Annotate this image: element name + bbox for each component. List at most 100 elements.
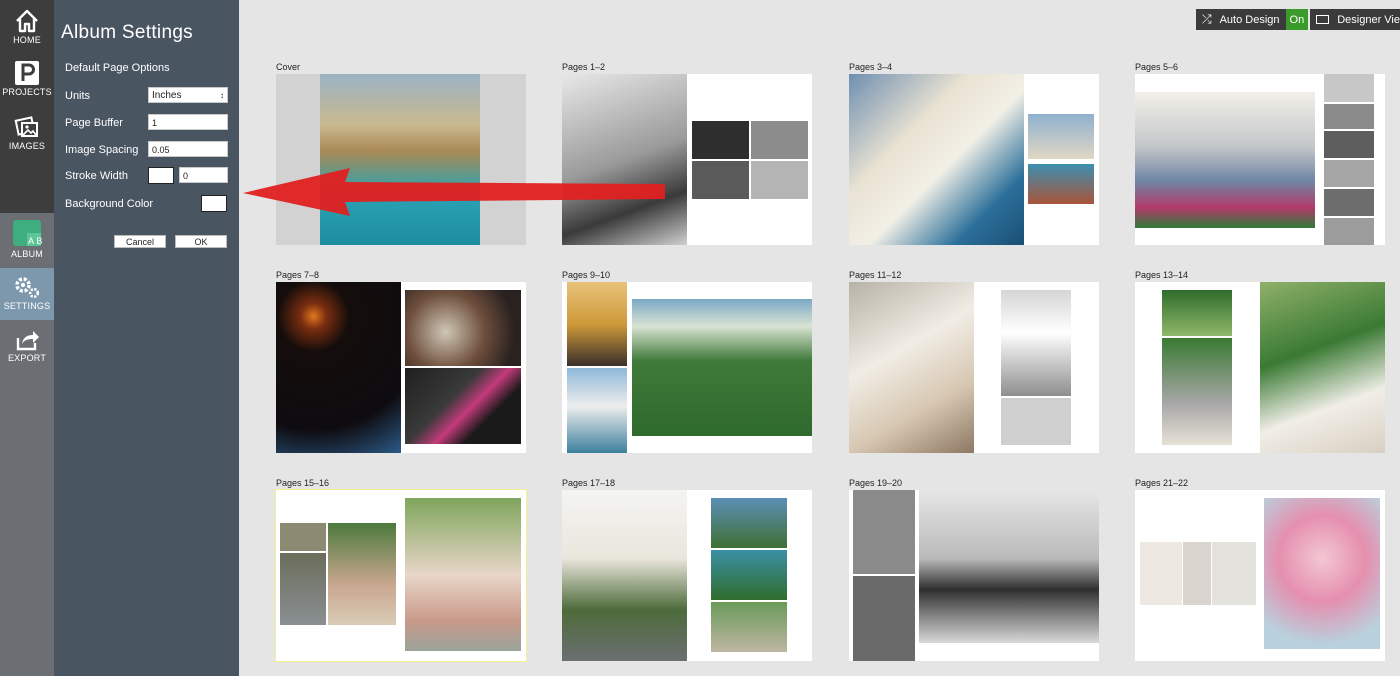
spread-label: Pages 5–6 [1135, 62, 1179, 72]
units-select[interactable]: Inches ↕ [148, 87, 228, 103]
photo-bouquet-small [1140, 542, 1182, 605]
photo-group-porch [1135, 92, 1315, 228]
units-label: Units [65, 90, 91, 102]
top-toolbar: ⤮ Auto Design On Designer Vie [1195, 9, 1400, 30]
photo-ocean-view [711, 550, 787, 600]
photo-bw-small [1001, 398, 1071, 445]
photo-palms [1162, 290, 1232, 336]
cancel-button[interactable]: Cancel [114, 235, 166, 248]
spread-pages-13-14[interactable] [1135, 282, 1385, 453]
panel-title: Album Settings [61, 22, 193, 43]
projects-icon [15, 61, 39, 85]
photo-villa-view [711, 498, 787, 548]
spread-label: Pages 19–20 [849, 478, 903, 488]
spread-pages-17-18[interactable] [562, 490, 812, 661]
image-spacing-label: Image Spacing [65, 144, 139, 156]
photo-mirror [405, 290, 521, 366]
designer-view-label: Designer Vie [1337, 13, 1400, 26]
spread-pages-5-6[interactable] [1135, 74, 1385, 245]
spread-pages-9-10[interactable] [562, 282, 812, 453]
photo-groomsman [280, 553, 326, 625]
nav-settings-label: SETTINGS [3, 301, 51, 311]
photo-ceremony-arch [562, 490, 687, 661]
spread-label: Cover [276, 62, 301, 72]
photo-sunset [567, 282, 627, 366]
spread-label: Pages 9–10 [562, 270, 611, 280]
spread-label: Pages 11–12 [849, 270, 902, 280]
nav-settings[interactable]: SETTINGS [0, 268, 54, 320]
stroke-color-swatch[interactable] [148, 167, 174, 184]
photo-bw-small [1324, 104, 1374, 129]
photo-couple-kiss [1260, 282, 1385, 453]
album-settings-panel: Album Settings Default Page Options Unit… [54, 0, 239, 676]
photo-pink-bouquet [1264, 498, 1380, 649]
photo-groom-sky [567, 368, 627, 453]
spread-pages-21-22[interactable] [1135, 490, 1385, 661]
designer-view-icon [1316, 15, 1330, 24]
spread-label: Pages 15–16 [276, 478, 330, 488]
photo-dark-room [276, 282, 401, 453]
photo-couple-boat [1028, 114, 1094, 159]
photo-bw-small [692, 121, 749, 159]
panel-subtitle: Default Page Options [65, 62, 170, 74]
units-value: Inches [152, 89, 182, 101]
photo-bw-small [853, 490, 915, 574]
photo-bw-small [692, 161, 749, 199]
nav-home[interactable]: HOME [0, 8, 54, 54]
background-color-swatch[interactable] [201, 195, 227, 212]
gear-icon [15, 277, 40, 299]
spread-pages-19-20[interactable] [849, 490, 1099, 661]
export-icon [16, 331, 39, 351]
nav-export[interactable]: EXPORT [0, 328, 54, 374]
nav-projects[interactable]: PROJECTS [0, 60, 54, 106]
spread-pages-11-12[interactable] [849, 282, 1099, 453]
auto-design-button[interactable]: ⤮ Auto Design [1195, 9, 1286, 30]
album-icon-text: A B [28, 236, 42, 246]
photo-sailboat [849, 74, 1024, 245]
spread-label: Pages 3–4 [849, 62, 893, 72]
nav-images[interactable]: IMAGES [0, 114, 54, 160]
ok-button[interactable]: OK [175, 235, 227, 248]
spread-pages-1-2[interactable] [562, 74, 812, 245]
spread-pages-15-16[interactable] [275, 489, 527, 662]
photo-small [1183, 542, 1211, 605]
spread-pages-7-8[interactable] [276, 282, 526, 453]
photo-bw-small [853, 576, 915, 661]
album-icon: A B [13, 220, 42, 246]
photo-boat-deck [1028, 164, 1094, 204]
photo-cover-ropes [320, 74, 480, 245]
photo-bw-small [1324, 189, 1374, 216]
photo-embrace [711, 602, 787, 652]
nav-projects-label: PROJECTS [2, 87, 52, 97]
auto-design-label: Auto Design [1219, 13, 1280, 26]
stroke-width-label: Stroke Width [65, 170, 128, 182]
nav-export-label: EXPORT [7, 353, 47, 363]
nav-album[interactable]: A B ALBUM [0, 218, 54, 266]
page-buffer-field[interactable]: 1 [148, 114, 228, 130]
image-spacing-field[interactable]: 0.05 [148, 141, 228, 157]
photo-small [280, 523, 326, 551]
nav-rail: HOME PROJECTS IMAGES A B ALBUM SETTINGS … [0, 0, 54, 676]
spread-pages-3-4[interactable] [849, 74, 1099, 245]
nav-home-label: HOME [13, 35, 41, 45]
shuffle-icon: ⤮ [1201, 12, 1212, 26]
photo-bw-small [751, 161, 808, 199]
images-icon [14, 116, 38, 137]
stroke-width-field[interactable]: 0 [179, 167, 228, 183]
photo-bride-mother [849, 282, 974, 453]
designer-view-button[interactable]: Designer Vie [1310, 9, 1400, 30]
spread-label: Pages 17–18 [562, 478, 616, 488]
auto-design-state[interactable]: On [1285, 9, 1309, 30]
spread-label: Pages 13–14 [1135, 270, 1189, 280]
photo-bw-small [751, 121, 808, 159]
photo-flower-girl [328, 523, 396, 625]
photo-shoes [405, 368, 521, 444]
photo-bw-bride [1001, 290, 1071, 396]
photo-bw-small [1324, 218, 1374, 245]
photo-bw-small [1324, 131, 1374, 158]
photo-couple-garden [1162, 338, 1232, 445]
spread-cover[interactable] [276, 74, 526, 245]
photo-bw-small [1324, 74, 1374, 102]
home-icon [16, 9, 38, 33]
spread-label: Pages 1–2 [562, 62, 606, 72]
